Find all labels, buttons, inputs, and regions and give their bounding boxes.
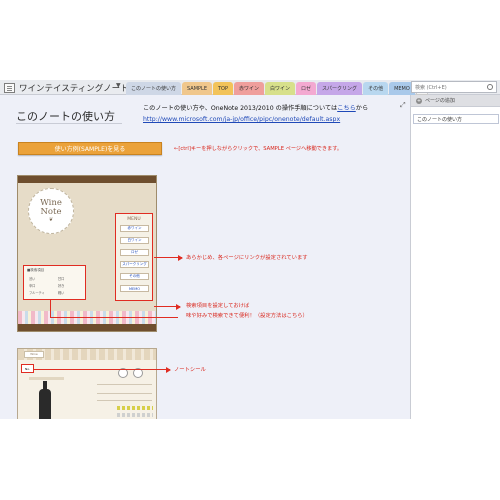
menu-item-memo[interactable]: MEMO (120, 285, 149, 292)
tab-sparkling[interactable]: スパークリング (317, 82, 363, 95)
search-arrow (154, 303, 181, 310)
sample-button[interactable]: 使い方例(SAMPLE)を見る (18, 142, 162, 155)
search-option[interactable]: 甘口 (58, 276, 64, 281)
search-items-title: ■検索項目 (27, 268, 45, 272)
page-list-item[interactable]: このノートの使い方 (413, 114, 499, 124)
image2-badge: Wine (24, 351, 44, 358)
grape-icon: ❦ (48, 216, 54, 223)
intro-prefix: このノートの使い方や、OneNote 2013/2010 の操作手順については (143, 105, 338, 112)
help-url-link[interactable]: http://www.microsoft.com/ja-jp/office/pi… (143, 116, 340, 123)
search-option[interactable]: 軽い (58, 290, 64, 295)
image2-rule (97, 393, 152, 394)
menu-item-red[interactable]: 赤ワイン (120, 225, 149, 232)
title-underline (16, 123, 122, 124)
tab-rose[interactable]: ロゼ (296, 82, 317, 95)
wine-bottle (39, 381, 51, 419)
search-option[interactable]: 好き (58, 283, 64, 288)
search-placeholder: 検索 (Ctrl+E) (415, 84, 447, 91)
menu-title: MENU (127, 217, 141, 222)
image2-rule (97, 400, 152, 401)
tab-red-wine[interactable]: 赤ワイン (234, 82, 265, 95)
menu-panel: MENU 赤ワイン 白ワイン ロゼ スパークリング その他 MEMO (115, 213, 153, 301)
onenote-window: ワインテイスティングノート ▼ このノートの使い方 SAMPLE TOP 赤ワイ… (0, 0, 500, 500)
image-top-bar (18, 176, 156, 183)
image2-rating-dots (117, 406, 153, 410)
menu-arrow (154, 254, 183, 261)
notebook-icon (4, 82, 15, 93)
page-canvas: このノートの使い方 このノートの使い方や、OneNote 2013/2010 の… (0, 95, 410, 419)
search-items-panel: ■検索項目 渋い 甘口 辛口 好き フルーティ 軽い (23, 265, 86, 300)
intro-suffix: から (355, 105, 369, 112)
search-callout-line (50, 317, 178, 318)
intro-link[interactable]: こちら (337, 105, 356, 112)
seal-arrow (150, 366, 171, 373)
tab-sample[interactable]: SAMPLE (182, 82, 212, 95)
search-input[interactable]: 検索 (Ctrl+E) (411, 81, 497, 93)
tab-other[interactable]: その他 (363, 82, 389, 95)
add-page-button[interactable]: + ページの追加 (411, 95, 500, 107)
tab-top[interactable]: TOP (212, 82, 233, 95)
search-icon[interactable] (487, 84, 493, 90)
notebook-title[interactable]: ワインテイスティングノート (4, 81, 129, 94)
search-note-1: 検索項目を設定しておけば (186, 303, 250, 309)
add-page-label: ページの追加 (425, 98, 455, 104)
tab-usage[interactable]: このノートの使い方 (126, 82, 182, 95)
menu-link-note: あらかじめ、各ページにリンクが設定されています (186, 255, 308, 261)
wine-note-logo: Wine Note ❦ (28, 188, 74, 234)
notebook-header: ワインテイスティングノート ▼ このノートの使い方 SAMPLE TOP 赤ワイ… (0, 80, 500, 95)
tab-white-wine[interactable]: 白ワイン (265, 82, 296, 95)
search-callout-line (50, 300, 51, 317)
chevron-down-icon[interactable]: ▼ (116, 82, 121, 89)
ctrl-click-note: ←[ctrl]キーを押しながらクリックで、SAMPLE ページへ移動できます。 (174, 146, 343, 152)
menu-item-sparkling[interactable]: スパークリング (120, 261, 149, 268)
page-list-pane: + ページの追加 このノートの使い方 (410, 95, 500, 419)
search-option[interactable]: 辛口 (29, 283, 35, 288)
intro-text: このノートの使い方や、OneNote 2013/2010 の操作手順についてはこ… (143, 103, 368, 112)
menu-item-rose[interactable]: ロゼ (120, 249, 149, 256)
wine-note-top-image: Wine Note ❦ MENU 赤ワイン 白ワイン ロゼ スパークリング その… (17, 175, 157, 332)
plus-icon: + (416, 97, 422, 104)
image2-rule (97, 384, 152, 385)
image2-rating-dots (117, 413, 153, 417)
seal-note: ノートシール (174, 367, 206, 373)
menu-item-white[interactable]: 白ワイン (120, 237, 149, 244)
expand-icon[interactable]: ⤢ (400, 101, 406, 110)
image2-label-line (29, 377, 64, 380)
seal-callout-line (33, 369, 153, 370)
notebook-name: ワインテイスティングノート (19, 83, 129, 94)
page-title: このノートの使い方 (16, 110, 115, 123)
search-option[interactable]: フルーティ (29, 290, 45, 295)
search-option[interactable]: 渋い (29, 276, 35, 281)
search-note-2: 味や好みで検索できて便利！（設定方法はこちら） (186, 313, 308, 319)
section-tabs: このノートの使い方 SAMPLE TOP 赤ワイン 白ワイン ロゼ スパークリン… (126, 82, 429, 95)
menu-item-other[interactable]: その他 (120, 273, 149, 280)
image-bottom-bar (18, 324, 156, 331)
wine-note-detail-image: Wine No. (17, 348, 157, 419)
